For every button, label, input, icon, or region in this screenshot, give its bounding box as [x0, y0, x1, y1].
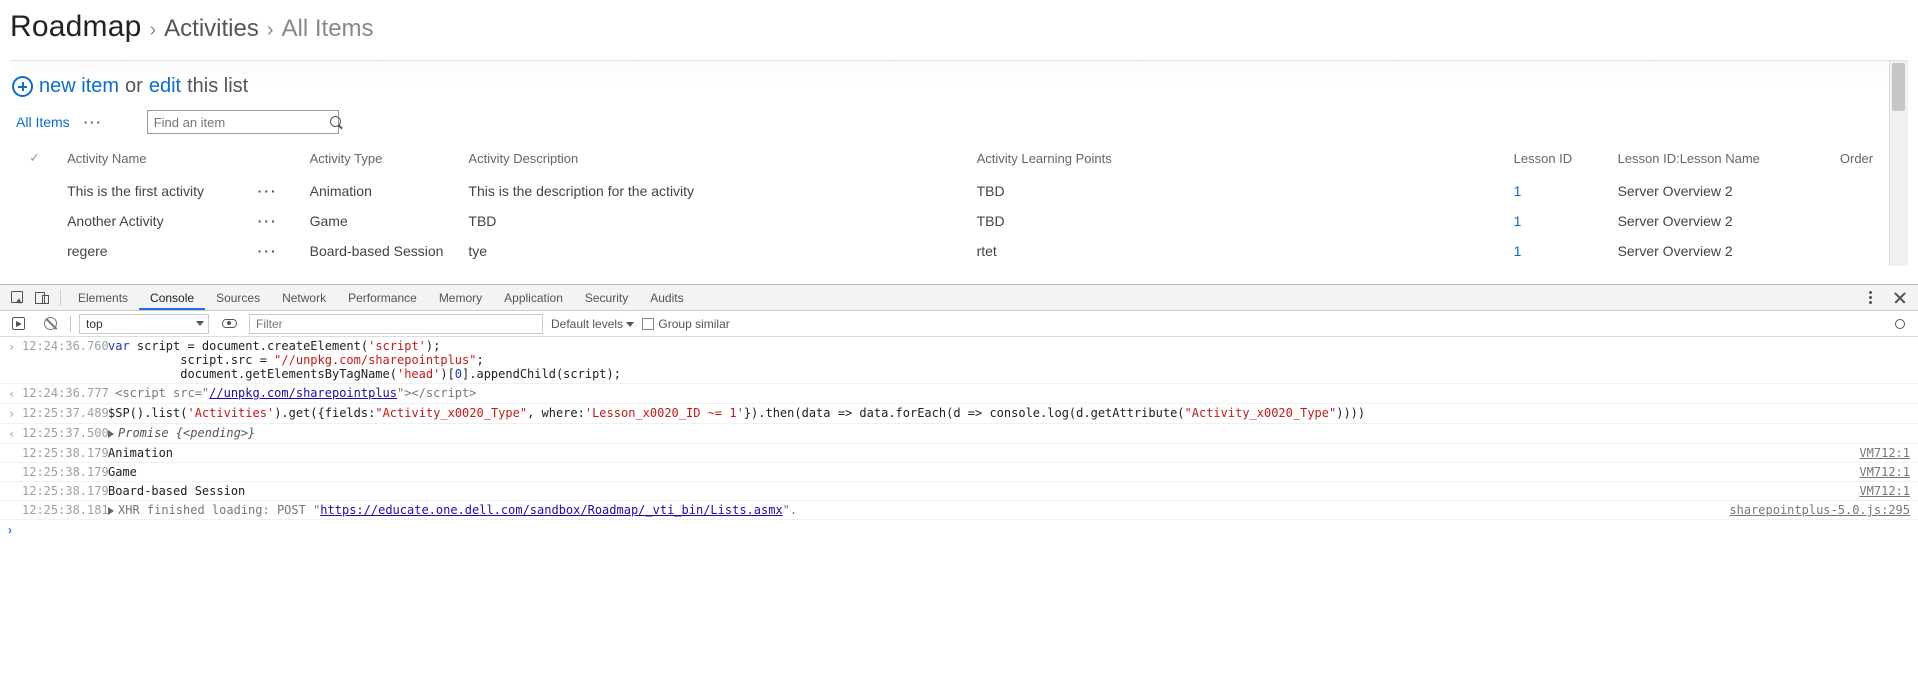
- console-entry[interactable]: ‹12:24:36.777 <script src="//unpkg.com/s…: [0, 384, 1918, 404]
- select-all-checkbox[interactable]: ✓: [29, 150, 40, 165]
- chevron-down-icon: [626, 322, 634, 327]
- devtools-tabbar: ElementsConsoleSourcesNetworkPerformance…: [0, 285, 1918, 311]
- new-item-link[interactable]: new item: [39, 75, 119, 98]
- cell-activity-name: Another Activity: [59, 206, 250, 236]
- console-entry[interactable]: ‹12:25:37.500Promise {<pending>}: [0, 424, 1918, 444]
- col-learning-points[interactable]: Activity Learning Points: [969, 142, 1506, 176]
- console-entry[interactable]: 12:25:38.179Board-based SessionVM712:1: [0, 482, 1918, 501]
- breadcrumb-view: All Items: [282, 15, 374, 43]
- execution-context-select[interactable]: top: [79, 314, 209, 334]
- console-entry[interactable]: ›12:25:37.489$SP().list('Activities').ge…: [0, 404, 1918, 424]
- row-menu-icon[interactable]: ···: [258, 183, 278, 199]
- new-item-tail-text: this list: [187, 75, 248, 98]
- search-icon[interactable]: [330, 116, 334, 129]
- devtools-panel: ElementsConsoleSourcesNetworkPerformance…: [0, 284, 1918, 540]
- row-menu-icon[interactable]: ···: [258, 213, 278, 229]
- cell-lesson-id[interactable]: 1: [1514, 183, 1522, 199]
- group-similar-checkbox[interactable]: Group similar: [642, 317, 729, 331]
- cell-activity-name: regere: [59, 236, 250, 266]
- execution-step-icon[interactable]: [6, 312, 30, 336]
- plus-circle-icon[interactable]: [12, 76, 33, 97]
- cell-activity-description: tye: [460, 236, 968, 266]
- console-settings-icon[interactable]: [1888, 312, 1912, 336]
- chevron-down-icon: [196, 321, 204, 326]
- col-lesson-name[interactable]: Lesson ID:Lesson Name: [1610, 142, 1832, 176]
- cell-lesson-name: Server Overview 2: [1610, 206, 1832, 236]
- new-item-or-text: or: [125, 75, 143, 98]
- table-row[interactable]: regere ··· Board-based Sessiontyertet 1 Serv…: [10, 236, 1907, 266]
- new-item-row: new item or edit this list: [10, 73, 1907, 108]
- devtools-tab-audits[interactable]: Audits: [639, 286, 694, 310]
- chevron-right-icon: ›: [149, 19, 156, 42]
- devtools-tab-console[interactable]: Console: [139, 286, 205, 310]
- clear-console-icon[interactable]: [38, 312, 62, 336]
- table-row[interactable]: Another Activity···GameTBDTBD1Server Ove…: [10, 206, 1907, 236]
- devtools-menu-icon[interactable]: [1858, 286, 1882, 310]
- table-row[interactable]: This is the first activity ··· AnimationTh…: [10, 176, 1907, 206]
- console-entry[interactable]: ›12:24:36.760var script = document.creat…: [0, 337, 1918, 384]
- col-lesson-id[interactable]: Lesson ID: [1506, 142, 1610, 176]
- search-input[interactable]: [154, 115, 330, 130]
- inspect-element-icon[interactable]: [6, 286, 30, 310]
- breadcrumb-root[interactable]: Roadmap: [10, 10, 141, 44]
- console-source-link[interactable]: sharepointplus-5.0.js:295: [1729, 503, 1910, 517]
- cell-activity-type: Board-based Session: [302, 236, 461, 266]
- cell-lesson-name: Server Overview 2: [1610, 236, 1832, 266]
- cell-lesson-id[interactable]: 1: [1514, 243, 1522, 259]
- chevron-right-icon: ›: [8, 523, 12, 537]
- console-prompt[interactable]: ›: [0, 520, 1918, 540]
- col-activity-description[interactable]: Activity Description: [460, 142, 968, 176]
- devtools-tab-memory[interactable]: Memory: [428, 286, 493, 310]
- device-toolbar-icon[interactable]: [30, 286, 54, 310]
- devtools-close-icon[interactable]: [1888, 286, 1912, 310]
- cell-activity-type: Game: [302, 206, 461, 236]
- devtools-tab-elements[interactable]: Elements: [67, 286, 139, 310]
- devtools-tab-security[interactable]: Security: [574, 286, 639, 310]
- devtools-tab-sources[interactable]: Sources: [205, 286, 271, 310]
- breadcrumb-list[interactable]: Activities: [164, 15, 259, 43]
- live-expression-icon[interactable]: [217, 312, 241, 336]
- cell-learning-points: rtet: [969, 236, 1506, 266]
- devtools-tab-performance[interactable]: Performance: [337, 286, 428, 310]
- search-box[interactable]: [147, 110, 339, 134]
- devtools-tab-network[interactable]: Network: [271, 286, 337, 310]
- cell-lesson-name: Server Overview 2: [1610, 176, 1832, 206]
- cell-activity-name: This is the first activity: [59, 176, 250, 206]
- col-activity-name[interactable]: Activity Name: [59, 142, 250, 176]
- breadcrumb: Roadmap › Activities › All Items: [10, 8, 1908, 60]
- console-entry[interactable]: 12:25:38.181XHR finished loading: POST "…: [0, 501, 1918, 520]
- console-entry[interactable]: 12:25:38.179GameVM712:1: [0, 463, 1918, 482]
- devtools-tab-application[interactable]: Application: [493, 286, 574, 310]
- vertical-scrollbar[interactable]: [1889, 61, 1907, 266]
- cell-activity-description: TBD: [460, 206, 968, 236]
- cell-activity-type: Animation: [302, 176, 461, 206]
- view-more-icon[interactable]: ···: [84, 115, 103, 130]
- activities-table: ✓ Activity Name Activity Type Activity D…: [10, 142, 1907, 266]
- col-activity-type[interactable]: Activity Type: [302, 142, 461, 176]
- chevron-right-icon: ›: [267, 19, 274, 42]
- console-log: ›12:24:36.760var script = document.creat…: [0, 337, 1918, 520]
- view-all-items[interactable]: All Items: [16, 114, 70, 130]
- context-select-value: top: [86, 317, 103, 331]
- console-toolbar: top Default levels Group similar: [0, 311, 1918, 337]
- console-source-link[interactable]: VM712:1: [1859, 465, 1910, 479]
- console-source-link[interactable]: VM712:1: [1859, 484, 1910, 498]
- cell-learning-points: TBD: [969, 176, 1506, 206]
- cell-learning-points: TBD: [969, 206, 1506, 236]
- edit-list-link[interactable]: edit: [149, 75, 181, 98]
- log-levels-select[interactable]: Default levels: [551, 317, 634, 331]
- cell-lesson-id[interactable]: 1: [1514, 213, 1522, 229]
- cell-activity-description: This is the description for the activity: [460, 176, 968, 206]
- console-filter-input[interactable]: [249, 314, 543, 334]
- console-source-link[interactable]: VM712:1: [1859, 446, 1910, 460]
- row-menu-icon[interactable]: ···: [258, 243, 278, 259]
- list-container: new item or edit this list All Items ···…: [10, 60, 1908, 266]
- console-entry[interactable]: 12:25:38.179AnimationVM712:1: [0, 444, 1918, 463]
